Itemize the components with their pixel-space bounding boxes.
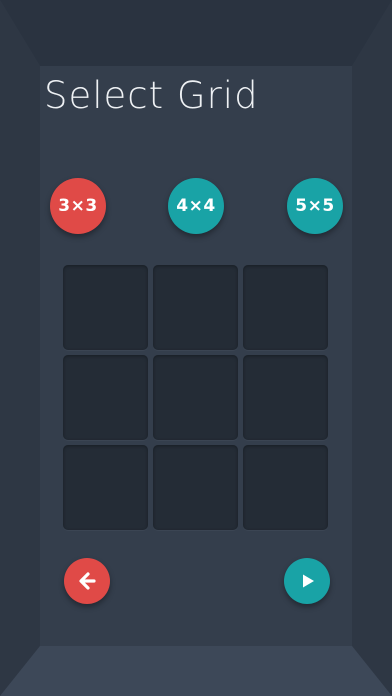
grid-cell	[63, 445, 148, 530]
grid-4x4-button[interactable]: 4×4	[168, 178, 224, 234]
grid-cell	[243, 265, 328, 350]
arrow-left-icon	[79, 572, 96, 590]
grid-3x3-button[interactable]: 3×3	[50, 178, 106, 234]
grid-cell	[243, 355, 328, 440]
grid-cell	[153, 355, 238, 440]
grid-cell	[63, 355, 148, 440]
play-button[interactable]	[284, 558, 330, 604]
grid-cell	[153, 445, 238, 530]
back-button[interactable]	[64, 558, 110, 604]
grid-cell	[63, 265, 148, 350]
screen: Select Grid 3×3 4×4 5×5	[0, 0, 392, 696]
play-icon	[303, 574, 314, 588]
grid-cell	[243, 445, 328, 530]
grid-5x5-button[interactable]: 5×5	[287, 178, 343, 234]
page-title: Select Grid	[44, 74, 259, 117]
grid-cell	[153, 265, 238, 350]
grid-preview-board	[63, 265, 331, 531]
